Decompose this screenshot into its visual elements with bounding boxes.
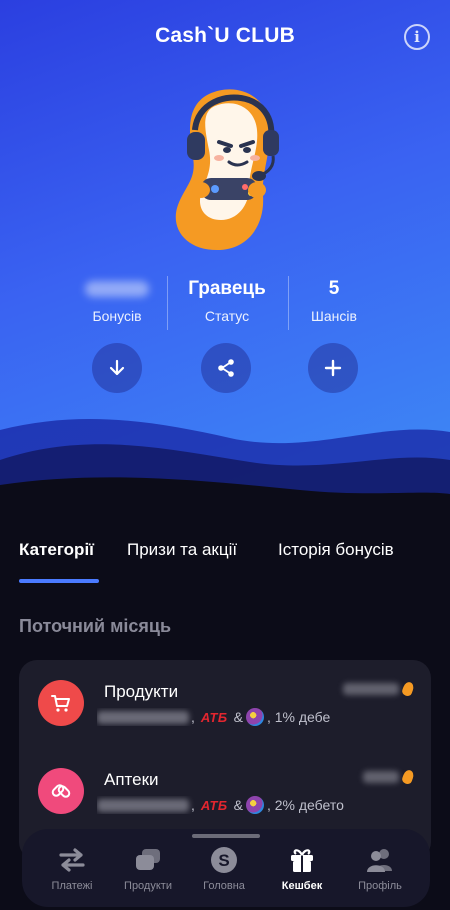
tab-bonus-history[interactable]: Історія бонусів — [278, 540, 394, 560]
svg-text:S: S — [218, 851, 229, 870]
download-button[interactable] — [92, 343, 142, 393]
add-button[interactable] — [308, 343, 358, 393]
nav-products[interactable]: Продукти — [108, 845, 188, 892]
status-label: Статус — [204, 308, 250, 324]
ampersand: & — [233, 709, 243, 725]
plus-icon — [324, 359, 342, 377]
status-stat: Гравець Статус — [167, 276, 287, 324]
sheet-handle[interactable] — [192, 834, 260, 838]
nav-label: Платежі — [51, 880, 93, 892]
category-item[interactable]: Продукти , АТБ &, 1% дебе — [19, 660, 431, 746]
profile-icon — [340, 845, 420, 875]
status-value: Гравець — [188, 278, 266, 299]
bean-coin-icon — [400, 768, 416, 786]
nav-label: Кешбек — [281, 880, 323, 892]
bonuses-label: Бонусів — [92, 308, 142, 324]
cart-icon — [38, 680, 84, 726]
blurred-text — [97, 798, 189, 812]
nav-label: Головна — [203, 880, 245, 892]
chameleon-logo-icon — [245, 708, 264, 726]
chameleon-logo-icon — [245, 796, 264, 814]
nav-label: Продукти — [124, 880, 172, 892]
atb-logo: АТБ — [200, 797, 228, 813]
chances-value: 5 — [328, 278, 340, 299]
tab-prizes[interactable]: Призи та акції — [127, 540, 237, 560]
transfer-icon — [32, 845, 112, 875]
gift-icon — [262, 845, 342, 875]
nav-home[interactable]: S Головна — [184, 845, 264, 892]
blurred-amount — [363, 771, 399, 783]
home-logo-icon: S — [184, 845, 264, 875]
hero-section — [0, 0, 450, 520]
section-title: Поточний місяць — [19, 616, 172, 636]
category-name: Аптеки — [104, 770, 159, 789]
arrow-down-icon — [109, 359, 125, 376]
chances-stat: 5 Шансів — [274, 276, 394, 324]
bottom-nav: Платежі Продукти S Головна Кешбек Профіл… — [22, 829, 430, 907]
nav-profile[interactable]: Профіль — [340, 845, 420, 892]
info-icon[interactable]: i — [404, 24, 430, 50]
nav-cashback[interactable]: Кешбек — [262, 845, 342, 892]
active-tab-indicator — [19, 579, 99, 583]
share-icon — [218, 359, 234, 377]
nav-label: Профіль — [358, 880, 402, 892]
pharmacy-icon — [38, 768, 84, 814]
category-cashback — [363, 768, 416, 786]
bonuses-stat: Бонусів — [57, 276, 177, 324]
category-item[interactable]: Аптеки , АТБ &, 2% дебето — [19, 748, 431, 834]
ampersand: & — [233, 797, 243, 813]
wave-decoration — [0, 418, 450, 520]
bonuses-value — [57, 276, 177, 302]
tab-categories[interactable]: Категорії — [19, 540, 94, 560]
category-terms: , 2% дебето — [266, 797, 344, 813]
category-description: , АТБ &, 1% дебе — [97, 708, 347, 726]
app-title: Cash`U CLUB — [155, 24, 295, 47]
blurred-amount — [343, 683, 399, 695]
category-name: Продукти — [104, 682, 179, 701]
chances-label: Шансів — [311, 308, 357, 324]
blurred-text — [97, 710, 189, 724]
atb-logo: АТБ — [200, 709, 228, 725]
mascot-gamer-bean — [175, 89, 279, 251]
category-terms: , 1% дебе — [266, 709, 331, 725]
category-cashback — [343, 680, 416, 698]
share-button[interactable] — [201, 343, 251, 393]
cards-icon — [108, 845, 188, 875]
nav-payments[interactable]: Платежі — [32, 845, 112, 892]
bean-coin-icon — [400, 680, 416, 698]
category-description: , АТБ &, 2% дебето — [97, 796, 367, 814]
